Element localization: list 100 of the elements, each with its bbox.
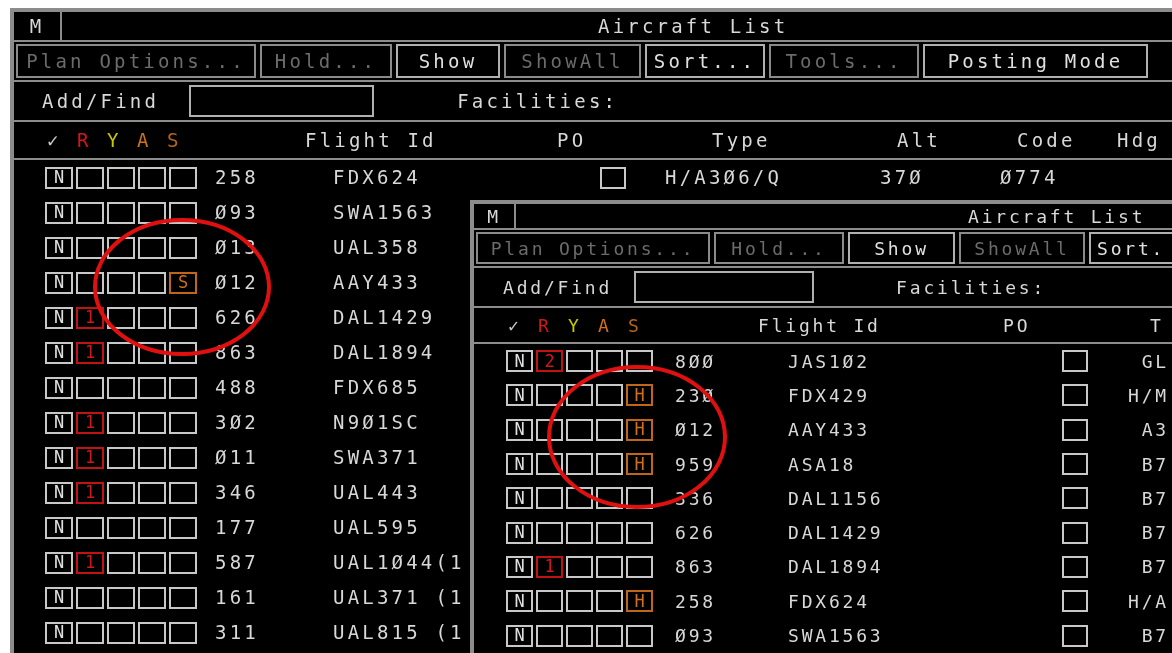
flag-box xyxy=(566,521,593,544)
flag-box xyxy=(169,586,197,609)
toolbar-button[interactable]: Sort... xyxy=(645,44,765,78)
flag-box: N xyxy=(45,236,73,259)
toolbar-button[interactable]: Sort. xyxy=(1089,232,1172,264)
flag-box xyxy=(76,586,104,609)
table-cell-text: SWA371 xyxy=(333,445,421,471)
flag-box xyxy=(107,271,135,294)
flag-box: 1 xyxy=(76,551,104,574)
flag-box xyxy=(626,624,653,647)
table-cell-text: JAS1Ø2 xyxy=(788,349,870,374)
flag-box xyxy=(596,418,623,441)
toolbar-button[interactable]: Posting Mode xyxy=(923,44,1148,78)
flag-box xyxy=(169,411,197,434)
flag-box xyxy=(596,555,623,578)
table-cell-text: DAL1894 xyxy=(333,340,436,366)
column-header: R xyxy=(77,127,93,153)
table-cell-text: B7 xyxy=(1141,521,1169,546)
table-cell-text: UAL815 (1 xyxy=(333,620,465,646)
flag-box: H xyxy=(626,590,653,613)
flag-box xyxy=(107,201,135,224)
flag-box xyxy=(138,411,166,434)
flag-box: N xyxy=(45,481,73,504)
table-cell-text: Ø11 xyxy=(215,445,259,471)
table-cell-text: AAY433 xyxy=(788,418,870,443)
flag-box xyxy=(169,481,197,504)
add-find-field[interactable] xyxy=(634,271,815,303)
checkbox[interactable] xyxy=(1062,624,1088,647)
flag-box xyxy=(107,166,135,189)
toolbar-button[interactable]: Show xyxy=(396,44,500,78)
flag-box: 1 xyxy=(76,306,104,329)
table-cell-text: UAL595 xyxy=(333,515,421,541)
flag-box xyxy=(138,621,166,644)
flag-box xyxy=(169,306,197,329)
table-cell-text: 346 xyxy=(215,480,259,506)
flag-box: N xyxy=(45,551,73,574)
flag-box xyxy=(566,555,593,578)
flag-box xyxy=(536,418,563,441)
menu-button[interactable]: M xyxy=(474,204,516,228)
checkbox[interactable] xyxy=(600,166,626,189)
flag-box xyxy=(76,516,104,539)
flag-box: N xyxy=(45,376,73,399)
table-cell-text: UAL371 (1 xyxy=(333,585,465,611)
flag-box: H xyxy=(626,384,653,407)
checkbox[interactable] xyxy=(1062,555,1088,578)
flag-box xyxy=(566,418,593,441)
column-header: A xyxy=(137,127,153,153)
table-cell-text: B7 xyxy=(1141,452,1169,477)
column-header: S xyxy=(628,313,643,338)
add-find-field[interactable] xyxy=(189,85,375,117)
table-cell-text: Ø12 xyxy=(675,418,716,443)
window-title: Aircraft List xyxy=(598,13,789,39)
table-cell-text: 177 xyxy=(215,515,259,541)
checkbox[interactable] xyxy=(1062,521,1088,544)
checkbox[interactable] xyxy=(1062,384,1088,407)
checkbox[interactable] xyxy=(1062,350,1088,373)
flag-box xyxy=(107,516,135,539)
flag-box: H xyxy=(626,453,653,476)
flag-box: N xyxy=(45,586,73,609)
flag-box: N xyxy=(506,624,533,647)
checkbox[interactable] xyxy=(1062,487,1088,510)
flag-box xyxy=(138,166,166,189)
column-header: ✓ xyxy=(47,127,63,153)
table-cell-text: A3 xyxy=(1141,418,1169,443)
toolbar-button[interactable]: Show xyxy=(848,232,955,264)
flag-box xyxy=(596,384,623,407)
flag-box: N xyxy=(45,201,73,224)
flag-box xyxy=(536,624,563,647)
checkbox[interactable] xyxy=(1062,590,1088,613)
flag-box xyxy=(566,590,593,613)
flag-box: N xyxy=(506,555,533,578)
table-cell-text: SWA1563 xyxy=(333,200,436,226)
table-cell-text: 626 xyxy=(675,521,716,546)
flag-box xyxy=(536,487,563,510)
table-cell-text: FDX624 xyxy=(333,165,421,191)
checkbox[interactable] xyxy=(1062,418,1088,441)
table-cell-text: DAL1429 xyxy=(333,305,436,331)
table-cell-text: Ø93 xyxy=(215,200,259,226)
flag-box xyxy=(138,271,166,294)
flag-box: N xyxy=(45,271,73,294)
flag-box xyxy=(138,306,166,329)
table-cell-text: 587 xyxy=(215,550,259,576)
column-header: Flight Id xyxy=(305,127,438,153)
column-header: A xyxy=(598,313,613,338)
flag-box xyxy=(626,521,653,544)
flag-box: 1 xyxy=(76,446,104,469)
flag-box xyxy=(107,551,135,574)
flag-box xyxy=(626,487,653,510)
table-cell-text: DAL1429 xyxy=(788,521,884,546)
flag-box xyxy=(536,453,563,476)
flag-box xyxy=(626,555,653,578)
flag-box xyxy=(566,624,593,647)
flag-box xyxy=(169,166,197,189)
checkbox[interactable] xyxy=(1062,453,1088,476)
flag-box xyxy=(138,446,166,469)
field-label: Facilities: xyxy=(896,275,1047,300)
flag-box: 1 xyxy=(76,481,104,504)
menu-button[interactable]: M xyxy=(14,12,62,40)
flag-box xyxy=(138,376,166,399)
flag-box xyxy=(169,341,197,364)
